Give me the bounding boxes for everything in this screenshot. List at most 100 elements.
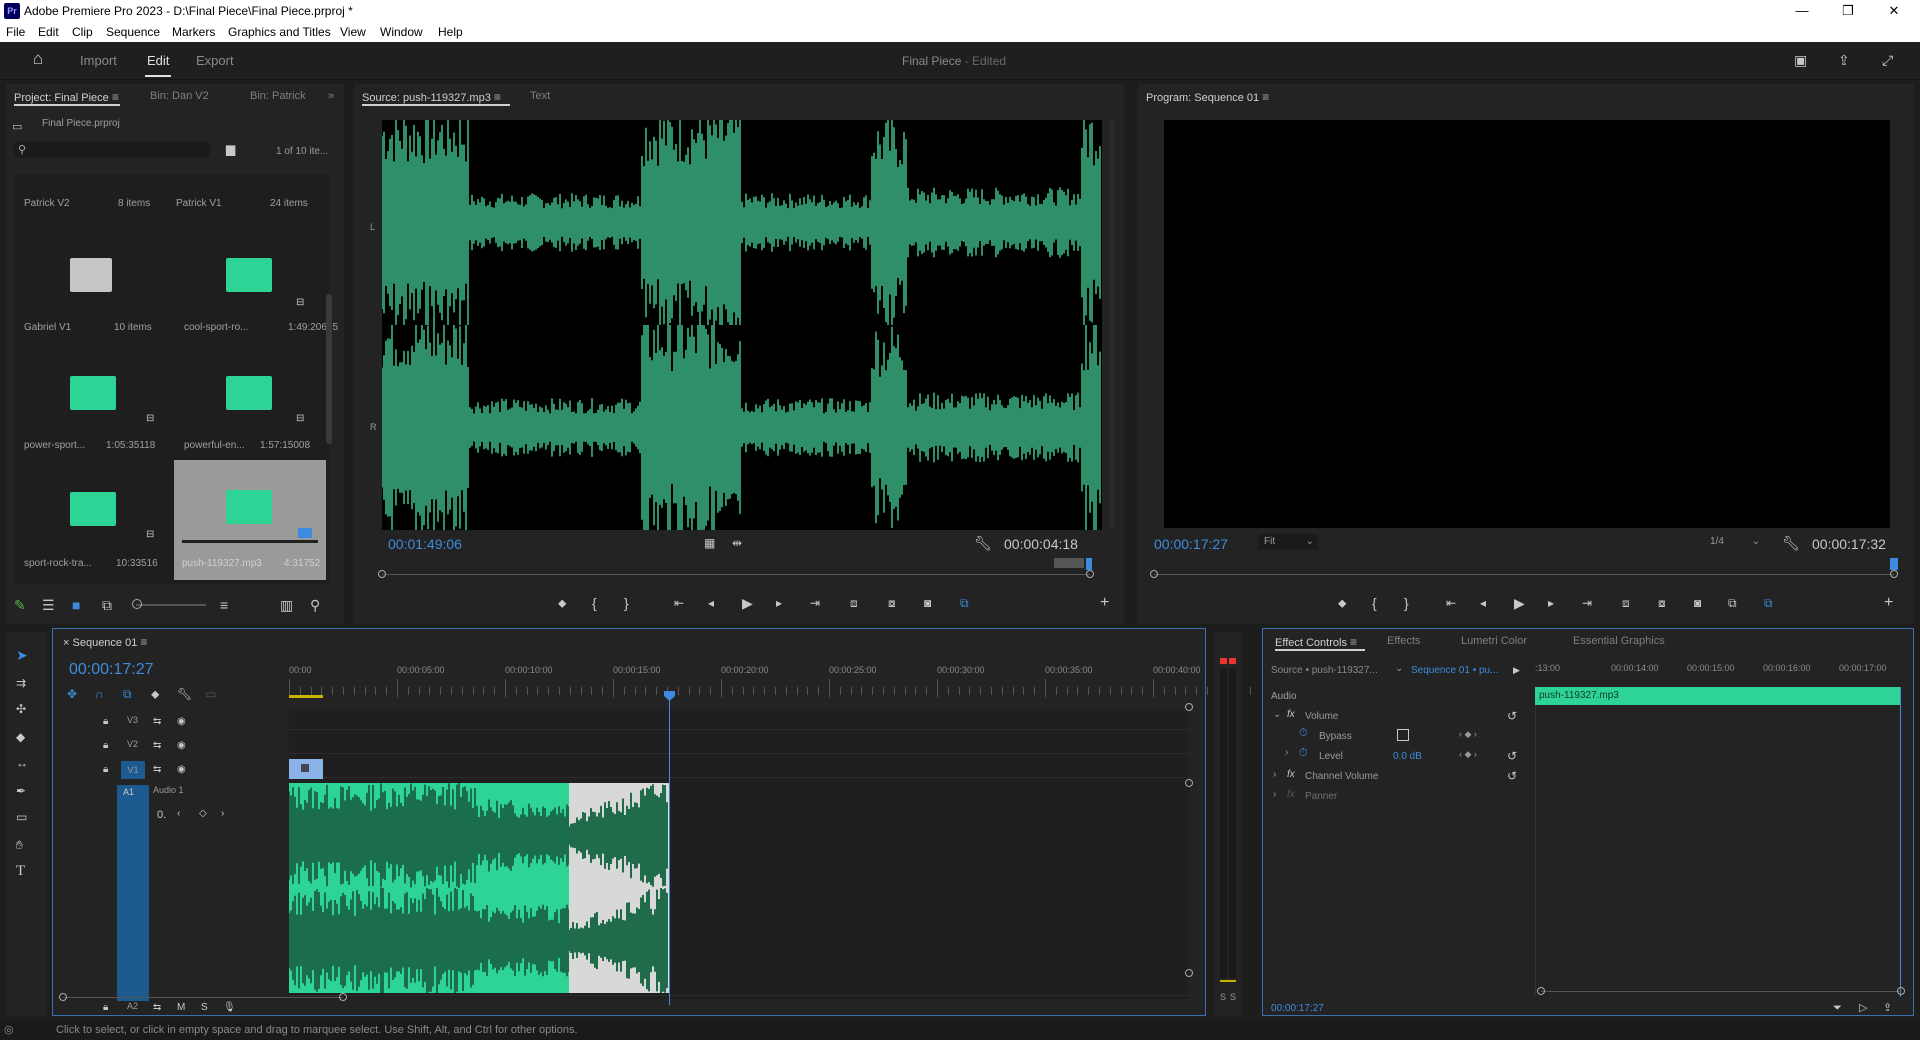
ec-zoom-bar[interactable] xyxy=(1541,991,1901,992)
clip-indicator[interactable] xyxy=(1229,658,1236,664)
scrubber-start-handle[interactable] xyxy=(378,570,386,578)
vertical-zoom-bar[interactable] xyxy=(1110,120,1114,530)
bin-item-name[interactable]: Gabriel V1 xyxy=(24,322,71,333)
bin-item-name[interactable]: sport-rock-tra... xyxy=(24,558,92,569)
program-playhead[interactable] xyxy=(1890,558,1898,570)
menu-file[interactable]: File xyxy=(6,25,25,39)
expand-icon[interactable]: ⌄ xyxy=(1273,709,1281,720)
add-button-icon[interactable]: + xyxy=(1100,594,1109,612)
work-area-bar[interactable] xyxy=(289,695,323,698)
settings-icon[interactable]: ▦ xyxy=(704,534,715,552)
audio-clip-icon[interactable] xyxy=(226,258,272,292)
type-tool-icon[interactable]: T xyxy=(16,862,25,880)
bin-item-name[interactable]: powerful-en... xyxy=(184,440,245,451)
menu-icon[interactable]: ≡ xyxy=(1350,635,1357,649)
tab-effects[interactable]: Effects xyxy=(1387,635,1420,647)
tab-source[interactable]: Source: push-119327.mp3 ≡ xyxy=(362,90,501,104)
lock-icon[interactable]: 🔒︎ xyxy=(103,737,108,755)
selection-tool-icon[interactable]: ➤ xyxy=(16,646,28,664)
export-frame-icon[interactable]: ◙ xyxy=(1694,594,1701,612)
ec-clip-bar[interactable]: push-119327.mp3 xyxy=(1535,687,1901,705)
mark-out-icon[interactable]: } xyxy=(1404,594,1409,612)
solo-icon[interactable]: S xyxy=(201,999,208,1017)
expand-icon[interactable]: › xyxy=(1285,747,1288,758)
bypass-checkbox[interactable] xyxy=(1397,729,1409,741)
quick-export-icon[interactable]: ▣ xyxy=(1794,51,1807,69)
step-forward-icon[interactable]: ▸ xyxy=(1548,594,1554,612)
wrench-icon[interactable]: 🔧︎ xyxy=(177,685,192,703)
audio-clip-icon[interactable] xyxy=(70,492,116,526)
close-button[interactable]: ✕ xyxy=(1874,2,1914,20)
source-scrubber[interactable] xyxy=(382,574,1090,575)
add-marker-icon[interactable]: ⬥ xyxy=(558,594,566,612)
tab-export[interactable]: Export xyxy=(196,53,234,68)
reset-icon[interactable]: ↺ xyxy=(1507,707,1517,725)
add-marker-icon[interactable]: ⬥ xyxy=(1338,594,1346,612)
drag-video-icon[interactable]: ⧉ xyxy=(960,594,969,612)
keyframe-nav-icon[interactable]: ‹ ◆ › xyxy=(1459,749,1477,760)
sort-icon[interactable]: ≡ xyxy=(220,596,228,614)
mark-out-icon[interactable]: } xyxy=(624,594,629,612)
track-name-a1[interactable]: Audio 1 xyxy=(153,785,184,795)
chevron-down-icon[interactable]: ⌄ xyxy=(1395,663,1403,674)
lock-icon[interactable]: 🔒︎ xyxy=(103,761,108,779)
list-view-icon[interactable]: ☰ xyxy=(42,596,55,614)
lift-icon[interactable]: ⧈ xyxy=(1622,594,1630,612)
minimize-button[interactable]: — xyxy=(1782,2,1822,20)
menu-view[interactable]: View xyxy=(340,25,366,39)
track-target-v1[interactable]: V1 xyxy=(121,761,145,779)
menu-icon[interactable]: ≡ xyxy=(494,90,501,104)
source-clip-label[interactable]: Source • push-119327... xyxy=(1271,665,1378,676)
insert-icon[interactable]: ⧈ xyxy=(850,594,858,612)
tab-bin-patrick[interactable]: Bin: Patrick xyxy=(250,90,306,102)
program-timecode[interactable]: 00:00:17:27 xyxy=(1154,536,1228,552)
captions-icon[interactable]: ▭ xyxy=(205,685,216,703)
bin-item-name[interactable]: cool-sport-ro... xyxy=(184,322,248,333)
stopwatch-icon[interactable]: ⏱︎ xyxy=(1299,747,1308,760)
tab-sequence[interactable]: × Sequence 01 ≡ xyxy=(63,635,147,649)
scrubber-end-handle[interactable] xyxy=(1086,570,1094,578)
zoom-slider-handle[interactable] xyxy=(132,599,142,609)
go-to-in-icon[interactable]: ⇤ xyxy=(674,594,684,612)
mark-in-icon[interactable]: { xyxy=(1372,594,1377,612)
filter-icon[interactable]: ⏷ xyxy=(1833,999,1842,1017)
expand-icon[interactable]: › xyxy=(1273,769,1276,780)
resolution-dropdown[interactable]: 1/4 ⌄ xyxy=(1704,534,1764,550)
snap-icon[interactable]: ∩ xyxy=(95,685,104,703)
search-input[interactable]: ⚲ xyxy=(14,142,210,158)
pencil-icon[interactable]: ✎ xyxy=(14,596,26,614)
audio-clip-icon[interactable] xyxy=(70,376,116,410)
menu-markers[interactable]: Markers xyxy=(172,25,215,39)
go-to-in-icon[interactable]: ⇤ xyxy=(1446,594,1456,612)
lock-icon[interactable]: 🔒︎ xyxy=(103,999,108,1017)
menu-icon[interactable]: ≡ xyxy=(1262,90,1269,104)
step-forward-icon[interactable]: ▸ xyxy=(776,594,782,612)
keyframe-icon[interactable]: ◇ xyxy=(199,805,207,823)
automate-icon[interactable]: ▥ xyxy=(280,596,293,614)
play-icon[interactable]: ▶ xyxy=(742,594,753,612)
home-icon[interactable]: ⌂ xyxy=(28,50,48,68)
ec-playhead[interactable] xyxy=(1900,687,1901,997)
razor-icon[interactable]: ◆ xyxy=(16,728,25,746)
tab-program[interactable]: Program: Sequence 01 ≡ xyxy=(1146,90,1269,104)
share-icon[interactable]: ⇪ xyxy=(1838,51,1850,69)
more-tabs-button[interactable]: » xyxy=(328,90,334,102)
program-scrubber[interactable] xyxy=(1154,574,1894,575)
close-tab-icon[interactable]: × xyxy=(63,637,69,649)
bin-scrollbar[interactable] xyxy=(326,294,332,444)
play-audio-icon[interactable]: ▷ xyxy=(1859,999,1867,1017)
menu-icon[interactable]: ≡ xyxy=(112,90,119,104)
add-marker-icon[interactable]: ⬥ xyxy=(151,685,159,703)
vscroll-handle[interactable] xyxy=(1185,703,1193,711)
step-back-icon[interactable]: ◂ xyxy=(708,594,714,612)
ec-time-ruler[interactable]: :13:00 00:00:14:00 00:00:15:00 00:00:16:00 0… xyxy=(1535,663,1905,683)
freeform-view-icon[interactable]: ⧉ xyxy=(102,596,112,614)
restore-button[interactable]: ❐ xyxy=(1828,2,1868,20)
fx-badge[interactable]: fx xyxy=(1287,789,1295,800)
zoom-start-handle[interactable] xyxy=(59,993,67,1001)
tab-project[interactable]: Project: Final Piece ≡ xyxy=(14,90,119,104)
menu-icon[interactable]: ≡ xyxy=(140,635,147,649)
clip-indicator[interactable] xyxy=(1220,658,1227,664)
timeline-timecode[interactable]: 00:00:17:27 xyxy=(69,661,154,679)
source-playhead[interactable] xyxy=(1086,558,1092,570)
